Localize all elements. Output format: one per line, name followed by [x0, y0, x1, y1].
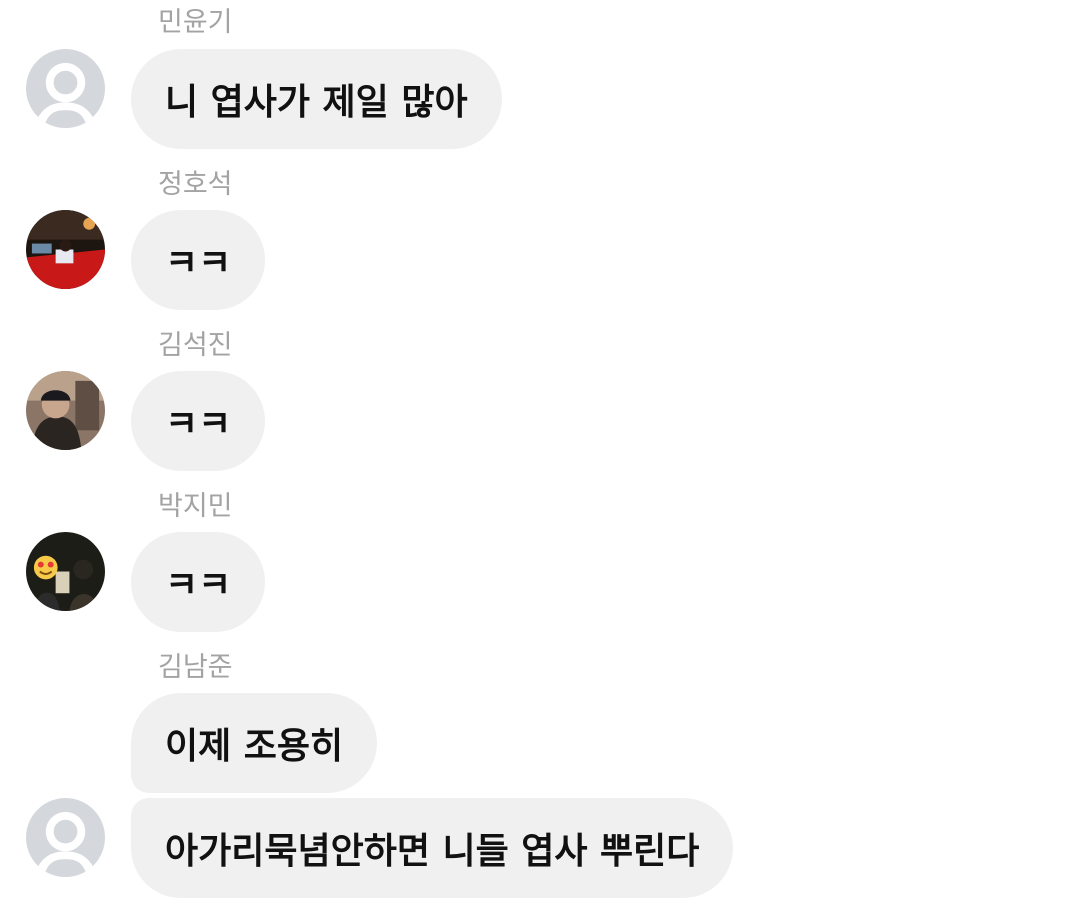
photo-avatar-emoji: [26, 532, 105, 611]
avatar[interactable]: [26, 371, 105, 450]
photo-avatar-cap: [26, 371, 105, 450]
sender-name: 민윤기: [158, 7, 233, 38]
default-avatar-icon: [26, 49, 105, 128]
sender-name: 박지민: [158, 491, 233, 522]
avatar[interactable]: [26, 532, 105, 611]
message-bubble[interactable]: ㅋㅋ: [131, 532, 266, 632]
avatar[interactable]: [26, 210, 105, 289]
sender-name: 정호석: [158, 169, 233, 200]
avatar[interactable]: [26, 49, 105, 128]
message-bubble[interactable]: 니 엽사가 제일 많아: [131, 49, 502, 149]
message-bubble[interactable]: ㅋㅋ: [131, 371, 266, 471]
photo-avatar-car: [26, 210, 105, 289]
default-avatar-icon: [26, 798, 105, 877]
sender-name: 김석진: [158, 330, 233, 361]
sender-name: 김남준: [158, 652, 233, 683]
message-bubble[interactable]: ㅋㅋ: [131, 210, 266, 310]
message-bubble[interactable]: 아가리묵념안하면 니들 엽사 뿌린다: [131, 798, 734, 898]
message-bubble[interactable]: 이제 조용히: [131, 693, 378, 793]
avatar[interactable]: [26, 798, 105, 877]
